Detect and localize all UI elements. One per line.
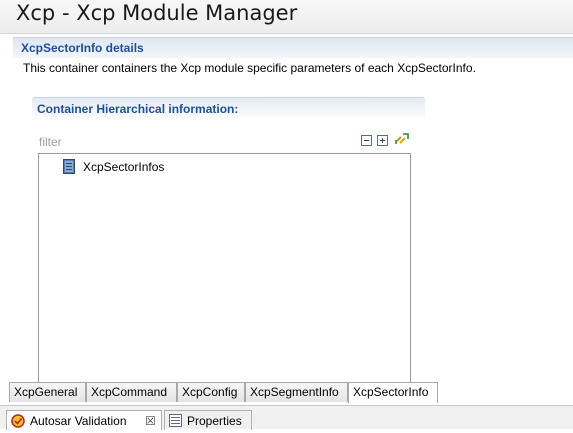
hierarchy-group: Container Hierarchical information: filt… — [32, 97, 425, 383]
link-with-editor-icon[interactable] — [394, 131, 410, 147]
tree-item-label: XcpSectorInfos — [83, 160, 165, 174]
group-title: Container Hierarchical information: — [37, 102, 239, 116]
details-section: XcpSectorInfo details This container con… — [13, 37, 573, 383]
group-header[interactable]: Container Hierarchical information: — [32, 97, 425, 118]
tab-xcpcommand[interactable]: XcpCommand — [86, 382, 177, 402]
editor-tab-bar: XcpGeneral XcpCommand XcpConfig XcpSegme… — [9, 382, 479, 403]
validation-icon — [11, 414, 25, 433]
properties-icon — [169, 414, 182, 432]
tab-autosar-validation-label: Autosar Validation — [30, 414, 127, 428]
editor-header: Xcp - Xcp Module Manager — [0, 0, 573, 34]
tab-properties[interactable]: Properties — [164, 410, 252, 430]
section-description: This container containers the Xcp module… — [23, 61, 476, 75]
section-title: XcpSectorInfo details — [21, 41, 144, 55]
tab-properties-label: Properties — [187, 414, 242, 428]
expand-all-icon[interactable] — [377, 135, 388, 146]
hierarchy-tree[interactable]: XcpSectorInfos — [38, 153, 411, 383]
section-header[interactable]: XcpSectorInfo details — [13, 37, 573, 58]
container-document-icon — [63, 159, 75, 179]
bottom-view-bar: Autosar Validation ☒ Properties — [0, 405, 573, 430]
tab-autosar-validation[interactable]: Autosar Validation ☒ — [6, 410, 162, 430]
collapse-all-icon[interactable] — [361, 135, 372, 146]
tab-xcpconfig[interactable]: XcpConfig — [177, 382, 245, 402]
close-icon[interactable]: ☒ — [145, 412, 156, 430]
tab-xcpsectorinfo[interactable]: XcpSectorInfo — [348, 382, 438, 403]
editor-title: Xcp - Xcp Module Manager — [16, 1, 298, 25]
tab-xcpgeneral[interactable]: XcpGeneral — [9, 382, 86, 402]
tab-xcpsegmentinfo[interactable]: XcpSegmentInfo — [245, 382, 348, 402]
filter-input[interactable] — [39, 134, 339, 150]
